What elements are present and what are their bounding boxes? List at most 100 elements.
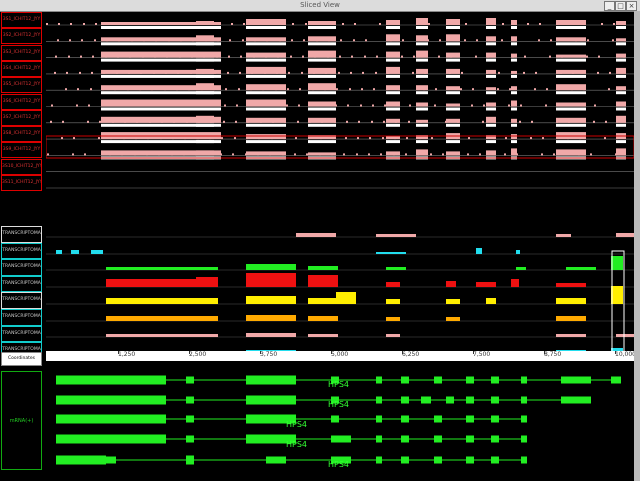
track-label[interactable]: 3S1_ICHIT12_JYY (1, 12, 42, 28)
coverage-spike (538, 39, 540, 42)
track-label[interactable]: 3S6_ICHIT12_JYY (1, 93, 42, 110)
coverage-bar (246, 99, 286, 107)
track-label[interactable]: TRANSCRIPTOMA (1, 292, 42, 309)
coverage-spike (502, 23, 504, 25)
coverage-spike (229, 39, 231, 42)
track-label[interactable]: 3S4_ICHIT12_JYY (1, 60, 42, 77)
track-label[interactable]: 3S8_ICHIT12_JYY (1, 126, 42, 143)
transcript-exon (491, 376, 499, 384)
coverage-spike (334, 120, 336, 123)
close-button[interactable]: × (626, 1, 637, 11)
read-block (556, 42, 586, 46)
transcript-exon (56, 455, 106, 465)
track-label[interactable]: TRANSCRIPTOMA (1, 325, 42, 343)
track-panel[interactable] (46, 11, 634, 353)
coverage-bar (446, 151, 460, 156)
coverage-spike (371, 120, 373, 123)
coverage-spike (615, 153, 617, 156)
coverage-spike (423, 88, 425, 91)
coverage-spike (354, 23, 356, 25)
maximize-button[interactable]: □ (615, 1, 626, 11)
coverage-bar (308, 316, 338, 321)
gene-label: HPS4 (286, 420, 307, 429)
coverage-bar (308, 67, 336, 74)
read-block (196, 58, 214, 62)
coverage-bar (246, 315, 296, 321)
coverage-spike (120, 23, 122, 25)
transcripts-panel[interactable]: HPS4 HPS4 HPS4 HPS4 HPS4 (46, 368, 634, 472)
coverage-spike (213, 88, 215, 91)
coverage-spike (319, 153, 321, 156)
coverage-bar (446, 299, 460, 304)
track-label[interactable]: TRANSCRIPTOMA (1, 309, 42, 326)
track-label[interactable]: TRANSCRIPTOMA (1, 259, 42, 276)
coverage-bar (611, 256, 623, 270)
ruler-tick-label: 5,000 (331, 351, 348, 361)
read-block (386, 58, 400, 62)
track-label[interactable]: 3S7_ICHIT12_JYY (1, 109, 42, 126)
read-block (196, 107, 214, 111)
coverage-spike (65, 88, 67, 91)
coverage-spike (57, 39, 59, 42)
coverage-spike (246, 137, 248, 140)
coverage-spike (541, 153, 543, 156)
read-block (486, 26, 496, 29)
transcripts-track-label[interactable]: mRNA(+) (1, 371, 42, 470)
coverage-spike (147, 137, 149, 140)
read-block (246, 58, 286, 62)
read-block (556, 107, 586, 111)
coverage-spike (612, 39, 614, 42)
transcript-exon (491, 435, 499, 443)
track-label[interactable]: 3S3_ICHIT12_JYY (1, 44, 42, 61)
coverage-spike (171, 153, 173, 156)
vertical-scrollbar[interactable] (634, 11, 640, 481)
track-label[interactable]: 3S2_ICHIT12_JYY (1, 28, 42, 45)
transcript-exon (466, 376, 474, 384)
transcript-exon (446, 396, 454, 404)
coverage-spike (184, 137, 186, 140)
track-label[interactable]: TRANSCRIPTOMA (1, 226, 42, 243)
coverage-spike (434, 104, 436, 107)
coverage-spike (419, 137, 421, 140)
track-label[interactable]: TRANSCRIPTOMA (1, 275, 42, 293)
coverage-spike (583, 88, 585, 91)
transcript-exon (491, 396, 499, 404)
coverage-spike (303, 39, 305, 42)
track-label[interactable]: TRANSCRIPTOMA (1, 242, 42, 260)
coverage-spike (468, 137, 470, 140)
coverage-spike (435, 88, 437, 91)
coverage-spike (69, 39, 71, 42)
coverage-spike (535, 71, 537, 74)
transcript-exon (266, 456, 286, 464)
track-label[interactable]: 3S9_ICHIT12_JYY (1, 142, 42, 159)
coverage-bar (486, 36, 496, 42)
coverage-spike (405, 153, 407, 156)
read-block (308, 26, 336, 29)
transcript-exon (56, 414, 166, 424)
coverage-spike (619, 104, 621, 107)
coverage-spike (217, 39, 219, 42)
coverage-spike (194, 23, 196, 25)
coverage-spike (238, 88, 240, 91)
read-block (386, 91, 400, 95)
read-block (386, 140, 400, 144)
track-label[interactable]: 3S10_ICHIT12_JYY (1, 158, 42, 175)
coverage-bar (386, 299, 400, 304)
coverage-spike (439, 39, 441, 42)
coverage-spike (106, 39, 108, 42)
coverage-spike (576, 23, 578, 25)
read-block (416, 140, 428, 144)
minimize-button[interactable]: _ (604, 1, 615, 11)
coverage-spike (172, 137, 174, 140)
read-block (446, 91, 460, 95)
coordinates-button[interactable]: Coordinates (1, 352, 42, 366)
coverage-bar (516, 267, 526, 270)
read-block (556, 91, 586, 95)
coverage-spike (545, 104, 547, 107)
coverage-bar (486, 102, 496, 107)
track-label[interactable]: 3S11_ICHIT12_JYY (1, 175, 42, 191)
coverage-spike (221, 137, 223, 140)
coverage-spike (166, 55, 168, 58)
track-label[interactable]: 3S5_ICHIT12_JYY (1, 77, 42, 94)
coverage-bar (416, 85, 428, 91)
